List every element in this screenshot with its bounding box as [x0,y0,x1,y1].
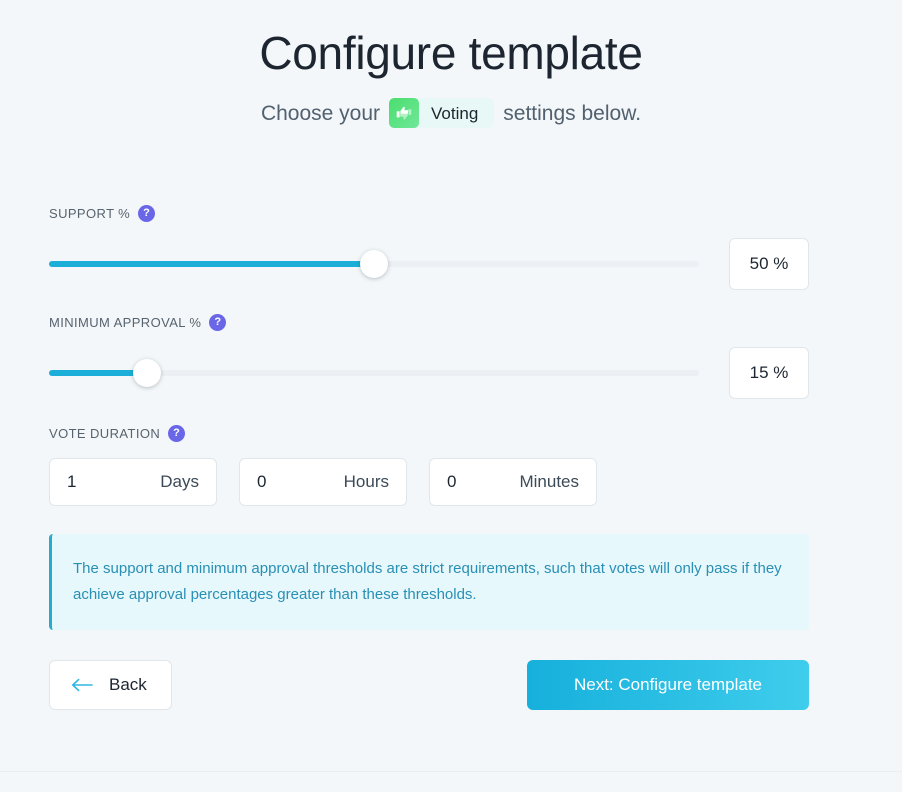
minimum-approval-label: MINIMUM APPROVAL % [49,315,202,330]
support-slider-row: 50 % [49,238,859,290]
duration-days-value: 1 [67,472,77,491]
duration-days-unit: Days [160,472,199,491]
button-row: Back Next: Configure template [49,659,809,710]
minimum-approval-slider[interactable] [49,359,699,387]
duration-minutes-value: 0 [447,472,457,491]
next-button-label: Next: Configure template [573,674,763,694]
page-subtitle: Choose your Voting settings below. [0,98,902,129]
support-label-row: SUPPORT % ? [49,205,859,222]
arrow-left-icon [71,678,93,692]
back-button[interactable]: Back [49,659,172,710]
minimum-approval-label-row: MINIMUM APPROVAL % ? [49,314,859,331]
duration-hours-value: 0 [257,472,267,491]
support-slider-handle[interactable] [360,250,388,278]
next-configure-template-button[interactable]: Next: Configure template [527,659,809,710]
duration-hours-input[interactable]: 0 Hours [239,458,407,506]
back-button-label: Back [109,674,147,694]
support-slider-fill [49,261,374,267]
minimum-approval-value-box[interactable]: 15 % [729,347,809,399]
footer-divider [0,771,902,772]
minimum-approval-value: 15 % [749,363,789,382]
info-box-text: The support and minimum approval thresho… [73,560,782,603]
field-vote-duration: VOTE DURATION ? 1 Days 0 Hours 0 Minutes [49,425,859,506]
voting-thumbs-icon [389,98,420,129]
info-box: The support and minimum approval thresho… [49,534,809,630]
form-content: SUPPORT % ? 50 % MINIMUM APPROVAL % ? 15… [49,205,859,710]
subtitle-prefix: Choose your [260,101,381,125]
configure-template-page: Configure template Choose your Voting se… [0,0,902,792]
page-header: Configure template Choose your Voting se… [0,0,902,129]
minimum-approval-slider-handle[interactable] [133,359,161,387]
support-slider[interactable] [49,250,699,278]
vote-duration-label-row: VOTE DURATION ? [49,425,859,442]
minimum-approval-slider-row: 15 % [49,347,859,399]
field-minimum-approval: MINIMUM APPROVAL % ? 15 % [49,314,859,399]
page-title: Configure template [259,27,643,79]
support-value: 50 % [749,254,789,273]
duration-hours-unit: Hours [343,472,389,491]
vote-duration-label: VOTE DURATION [49,426,161,441]
duration-minutes-input[interactable]: 0 Minutes [429,458,597,506]
app-badge-voting: Voting [389,98,495,129]
subtitle-suffix: settings below. [503,101,642,125]
support-value-box[interactable]: 50 % [729,238,809,290]
support-label: SUPPORT % [49,206,131,221]
duration-minutes-unit: Minutes [519,472,579,491]
question-mark-icon[interactable]: ? [138,205,156,222]
app-badge-label: Voting [431,103,479,123]
duration-days-input[interactable]: 1 Days [49,458,217,506]
question-mark-icon[interactable]: ? [168,425,186,442]
question-mark-icon[interactable]: ? [209,314,227,331]
vote-duration-inputs: 1 Days 0 Hours 0 Minutes [49,458,859,506]
field-support: SUPPORT % ? 50 % [49,205,859,290]
